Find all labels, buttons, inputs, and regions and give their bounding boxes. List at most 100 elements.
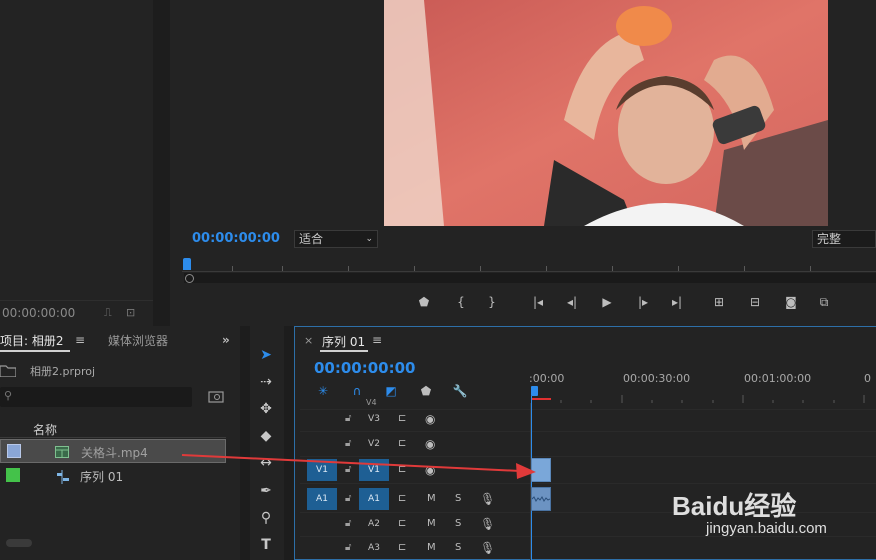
video-frame bbox=[384, 0, 828, 226]
sequence-tab[interactable]: 序列 01 bbox=[322, 333, 365, 350]
resolution-select[interactable]: 完整 bbox=[812, 230, 876, 248]
zoom-select-value: 适合 bbox=[299, 232, 324, 246]
play-icon[interactable]: ▶ bbox=[596, 292, 618, 312]
lift-icon[interactable]: ⊞ bbox=[708, 292, 730, 312]
video-clip[interactable] bbox=[531, 458, 551, 482]
folder-icon bbox=[0, 362, 17, 378]
source-patch-v1[interactable]: V1 bbox=[307, 459, 337, 481]
program-zoom-scrollbar[interactable] bbox=[184, 273, 876, 283]
project-tab[interactable]: 项目: 相册2 bbox=[0, 332, 64, 349]
marker-icon[interactable]: ⬟ bbox=[413, 292, 435, 312]
eye-icon[interactable]: ◉ bbox=[425, 412, 435, 426]
lock-icon[interactable]: 🔓︎ bbox=[345, 542, 351, 553]
find-icon[interactable] bbox=[208, 389, 224, 403]
linked-selection-icon[interactable]: ◩ bbox=[381, 382, 401, 400]
comparison-icon[interactable]: ⧉ bbox=[813, 292, 835, 312]
track-name: V2 bbox=[368, 439, 380, 449]
search-icon: ⚲ bbox=[4, 389, 13, 402]
add-marker-icon[interactable]: ⬟ bbox=[416, 382, 436, 400]
track-row-v1: V1 🔓︎ V1 ⊏ ◉ bbox=[300, 458, 876, 484]
sync-lock-icon[interactable]: ⊏ bbox=[398, 413, 406, 424]
project-scrollbar[interactable] bbox=[6, 539, 32, 547]
source-patch-a1[interactable]: A1 bbox=[307, 488, 337, 510]
track-name: V3 bbox=[368, 414, 380, 424]
sync-lock-icon[interactable]: ⊏ bbox=[398, 493, 406, 504]
selection-tool-icon[interactable]: ➤ bbox=[254, 344, 278, 366]
step-back-icon[interactable]: ◂| bbox=[561, 292, 583, 312]
type-tool-icon[interactable]: T bbox=[254, 534, 278, 556]
close-tab-icon[interactable]: × bbox=[304, 334, 313, 347]
active-tab-indicator bbox=[0, 350, 70, 352]
program-time-ruler[interactable] bbox=[182, 258, 876, 272]
nest-icon[interactable]: ✳ bbox=[313, 382, 333, 400]
lock-icon[interactable]: 🔓︎ bbox=[345, 518, 351, 529]
sequence-name: 序列 01 bbox=[80, 470, 124, 484]
project-item-row[interactable]: 序列 01 bbox=[0, 464, 226, 488]
mute-button[interactable]: M bbox=[427, 518, 436, 529]
microphone-icon[interactable]: 🎙︎ bbox=[480, 517, 495, 531]
sync-lock-icon[interactable]: ⊏ bbox=[398, 438, 406, 449]
in-point-icon[interactable]: { bbox=[450, 292, 472, 312]
microphone-icon[interactable]: 🎙︎ bbox=[480, 541, 495, 555]
watermark-url: jingyan.baidu.com bbox=[706, 520, 827, 537]
eye-icon[interactable]: ◉ bbox=[425, 463, 435, 477]
ruler-label: 00:00:30:00 bbox=[623, 372, 691, 385]
panel-overflow-icon[interactable]: » bbox=[222, 333, 230, 347]
solo-button[interactable]: S bbox=[455, 518, 461, 529]
ripple-edit-tool-icon[interactable]: ✥ bbox=[254, 398, 278, 420]
sync-lock-icon[interactable]: ⊏ bbox=[398, 464, 406, 475]
source-timecode[interactable]: 00:00:00:00 bbox=[2, 306, 75, 320]
solo-button[interactable]: S bbox=[455, 493, 461, 504]
zoom-select[interactable]: 适合 ⌄ bbox=[294, 230, 378, 248]
video-clip-icon bbox=[55, 444, 69, 458]
panel-menu-icon[interactable]: ≡ bbox=[75, 333, 85, 347]
eye-icon[interactable]: ◉ bbox=[425, 437, 435, 451]
slip-tool-icon[interactable]: ↔ bbox=[254, 452, 278, 474]
snap-icon[interactable]: ∩ bbox=[347, 382, 367, 400]
label-color-swatch[interactable] bbox=[6, 468, 20, 482]
media-browser-tab[interactable]: 媒体浏览器 bbox=[108, 332, 168, 349]
sync-lock-icon[interactable]: ⊏ bbox=[398, 542, 406, 553]
ruler-label: :00:00 bbox=[529, 372, 565, 385]
track-target-v1[interactable]: V1 bbox=[359, 459, 389, 481]
go-to-out-icon[interactable]: ▸| bbox=[666, 292, 688, 312]
lock-icon[interactable]: 🔓︎ bbox=[345, 464, 351, 475]
timeline-ruler[interactable] bbox=[530, 388, 876, 403]
label-color-swatch[interactable] bbox=[7, 444, 21, 458]
timeline-playhead[interactable] bbox=[531, 386, 538, 396]
scrollbar-handle[interactable] bbox=[185, 274, 194, 283]
project-item-row[interactable]: 关格斗.mp4 bbox=[0, 439, 226, 463]
track-name: A3 bbox=[368, 543, 380, 553]
step-forward-icon[interactable]: |▸ bbox=[632, 292, 654, 312]
wrench-icon[interactable]: 🔧 bbox=[450, 382, 470, 400]
lock-icon[interactable]: 🔓︎ bbox=[345, 493, 351, 504]
timeline-menu-icon[interactable]: ≡ bbox=[372, 333, 382, 347]
track-row-v2: 🔓︎ V2 ⊏ ◉ bbox=[300, 433, 876, 457]
audio-clip[interactable] bbox=[531, 487, 551, 511]
lock-icon[interactable]: 🔓︎ bbox=[345, 413, 351, 424]
resolution-select-value: 完整 bbox=[817, 232, 842, 246]
project-search-input[interactable] bbox=[0, 387, 192, 407]
mute-button[interactable]: M bbox=[427, 542, 436, 553]
go-to-in-icon[interactable]: |◂ bbox=[527, 292, 549, 312]
camera-icon[interactable]: ◙ bbox=[780, 292, 802, 312]
program-playhead[interactable] bbox=[183, 258, 191, 270]
timeline-timecode[interactable]: 00:00:00:00 bbox=[314, 359, 416, 377]
insert-icon[interactable]: ⎍ bbox=[104, 306, 112, 320]
microphone-icon[interactable]: 🎙︎ bbox=[480, 492, 495, 506]
track-select-tool-icon[interactable]: ⇢ bbox=[254, 371, 278, 393]
sync-lock-icon[interactable]: ⊏ bbox=[398, 518, 406, 529]
solo-button[interactable]: S bbox=[455, 542, 461, 553]
zoom-tool-icon[interactable]: ⚲ bbox=[254, 507, 278, 529]
out-point-icon[interactable]: } bbox=[481, 292, 503, 312]
extract-icon[interactable]: ⊟ bbox=[744, 292, 766, 312]
program-timecode[interactable]: 00:00:00:00 bbox=[192, 231, 280, 246]
razor-tool-icon[interactable]: ◆ bbox=[254, 425, 278, 447]
lock-icon[interactable]: 🔓︎ bbox=[345, 438, 351, 449]
export-frame-icon[interactable]: ⊡ bbox=[126, 306, 135, 319]
mute-button[interactable]: M bbox=[427, 493, 436, 504]
ruler-label: 0 bbox=[864, 372, 871, 385]
name-column-header[interactable]: 名称 bbox=[33, 421, 57, 438]
track-target-a1[interactable]: A1 bbox=[359, 488, 389, 510]
pen-tool-icon[interactable]: ✒ bbox=[254, 480, 278, 502]
